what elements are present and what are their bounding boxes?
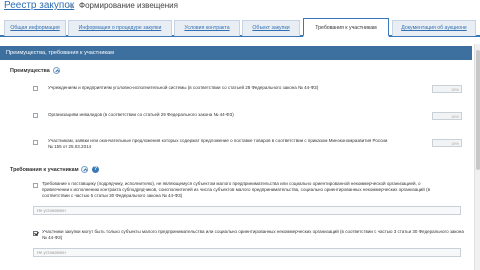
tab-procedure-info[interactable]: Информация о процедуре закупки (68, 20, 172, 36)
advantage-percent-russian-goods[interactable]: 15% (432, 139, 462, 147)
requirement-label-smp-only: Участники закупки могут быть только субъ… (42, 229, 464, 241)
collapse-advantages-icon[interactable] (53, 67, 60, 74)
requirement-label-subcontractors: Требование к поставщику (подрядчику, исп… (42, 181, 430, 199)
advantage-checkbox-uis[interactable] (33, 86, 38, 91)
requirements-heading: Требования к участникам (10, 167, 79, 173)
requirement-select-smp-only[interactable]: Не установлен (33, 248, 461, 257)
requirement-checkbox-subcontractors[interactable] (33, 183, 38, 188)
vertical-scrollbar[interactable] (474, 44, 480, 270)
tab-general-info[interactable]: Общая информация (4, 20, 66, 36)
tab-bar: Общая информация Информация о процедуре … (0, 18, 480, 37)
advantage-checkbox-disabled-orgs[interactable] (33, 113, 38, 118)
collapse-requirements-icon[interactable] (81, 166, 88, 173)
scrollbar-thumb[interactable] (476, 50, 480, 170)
arrow-right-icon: ➜ (67, 1, 75, 11)
tab-purchase-object[interactable]: Объект закупки (242, 20, 300, 36)
breadcrumb: Реестр закупок ➜ Формирование извещения (0, 0, 480, 14)
advantage-label-russian-goods: Участникам, заявки или окончательные пре… (48, 138, 388, 150)
advantages-heading: Преимущества (10, 68, 50, 74)
advantage-checkbox-russian-goods[interactable] (33, 140, 38, 145)
tab-participant-requirements[interactable]: Требования к участникам (303, 18, 389, 37)
tab-contract-terms[interactable]: Условия контракта (174, 20, 240, 36)
advantage-percent-uis[interactable]: 15% (432, 85, 462, 93)
breadcrumb-root-link[interactable]: Реестр закупок (4, 0, 74, 11)
tab-auction-documentation[interactable]: Документация об аукционе (392, 20, 476, 36)
requirement-select-subcontractors[interactable]: Не установлен (33, 206, 461, 215)
advantage-percent-disabled-orgs[interactable]: 15% (432, 112, 462, 120)
section-header: Преимущества, требования к участникам (0, 46, 472, 60)
requirement-checkbox-smp-only[interactable] (33, 231, 38, 236)
breadcrumb-current: Формирование извещения (79, 1, 178, 10)
advantage-label-disabled-orgs: Организациям инвалидов (в соответствии с… (48, 112, 234, 117)
help-icon[interactable]: ? (92, 166, 99, 173)
advantage-label-uis: Учреждениям и предприятиям уголовно-испо… (48, 85, 319, 90)
